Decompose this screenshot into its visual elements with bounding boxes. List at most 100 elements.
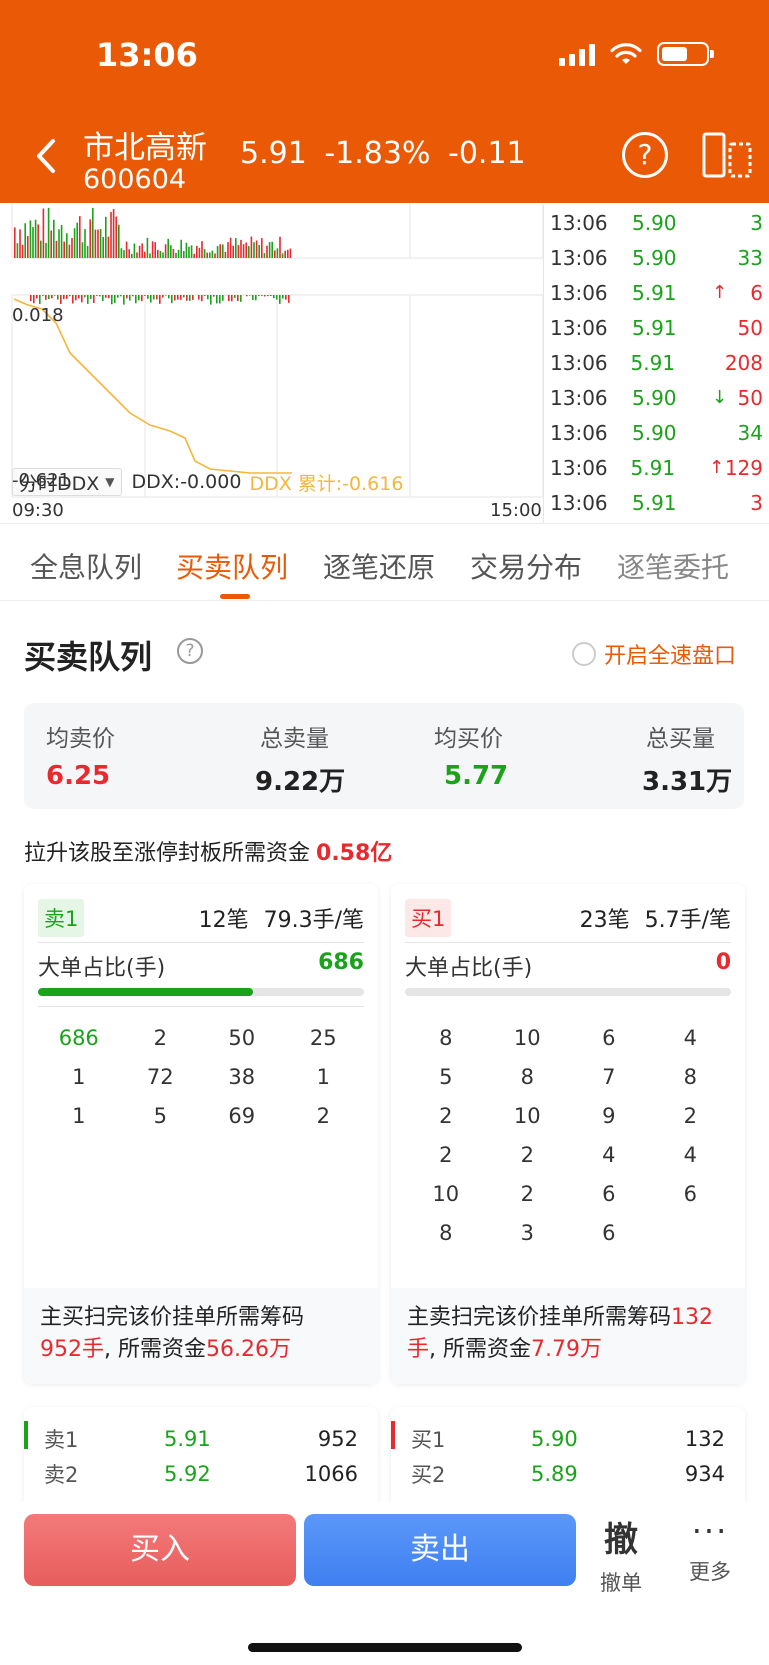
volume-bar (94, 229, 97, 258)
sell-button[interactable]: 卖出 (304, 1514, 576, 1586)
tab-trade-distribution[interactable]: 交易分布 (470, 546, 582, 586)
tick-price: 5.90 (632, 385, 677, 410)
ddx-bar (63, 295, 65, 300)
queue-cell: 2 (683, 1103, 697, 1128)
volume-bar (157, 249, 159, 258)
buy-badge: 买1 (405, 899, 452, 937)
cancel-order-button[interactable]: 撤 撤单 (590, 1512, 652, 1597)
more-button[interactable]: ··· 更多 (680, 1512, 740, 1586)
tick-price: 5.91 (630, 350, 676, 375)
queue-cell: 4 (683, 1025, 697, 1050)
queue-cell: 6 (683, 1181, 697, 1206)
sell-queue-meta: 12笔 79.3手/笔 (198, 908, 364, 933)
foot-text: , 所需资金 (104, 1337, 206, 1362)
buy-button[interactable]: 买入 (24, 1514, 296, 1586)
divider (38, 942, 364, 943)
ddx-bar (147, 295, 149, 299)
ddx-bar (174, 295, 176, 301)
intraday-chart[interactable]: 分时DDX ▼ DDX:-0.000 DDX 累计:-0.616 (0, 203, 543, 523)
volume-bar (170, 245, 172, 258)
active-tab-indicator (220, 594, 250, 599)
ddx-bar (93, 295, 95, 304)
ddx-bar (213, 295, 215, 297)
queue-cell: 8 (439, 1025, 453, 1050)
ddx-bar (36, 295, 38, 299)
sell-level-row[interactable]: 卖1 5.91 952 (24, 1421, 378, 1456)
tab-bid-ask-queue[interactable]: 买卖队列 (176, 546, 288, 586)
tab-trade-restore[interactable]: 逐笔还原 (323, 546, 435, 586)
volume-bar (76, 222, 78, 258)
buy-queue-grid: 8 10 6 4 5 8 7 8 2 10 9 2 2 2 4 4 10 2 6 6 8 3 6 (405, 1018, 731, 1252)
queue-row: 10 2 6 6 (405, 1174, 731, 1213)
volume-bar (216, 246, 219, 258)
limit-up-label: 拉升该股至涨停封板所需资金 (24, 841, 311, 866)
buy-queue-card[interactable]: 买1 23笔 5.7手/笔 大单占比(手) 0 8 10 6 4 5 8 7 8 2 10 9 2 2 2… (391, 884, 745, 1384)
buy-level-row[interactable]: 买2 5.89 934 (391, 1456, 745, 1491)
switch-layout-icon[interactable] (702, 132, 752, 178)
volume-bar (84, 229, 86, 258)
tick-row: 13:06 5.91 ↑ 129 (544, 450, 769, 485)
volume-bar (107, 236, 110, 258)
tick-time: 13:06 (550, 210, 608, 235)
tick-volume: 50 (737, 385, 763, 410)
volume-bar (258, 244, 260, 258)
ddx-bar (117, 295, 119, 298)
buy-level-row[interactable]: 买1 5.90 132 (391, 1421, 745, 1456)
volume-bar (89, 219, 91, 258)
ddx-bar (126, 295, 128, 299)
level-volume: 1066 (304, 1461, 358, 1486)
status-icons (559, 42, 714, 66)
ddx-bar (120, 295, 122, 297)
fast-quote-toggle[interactable]: 开启全速盘口 (572, 638, 736, 670)
volume-bar (185, 242, 188, 258)
sell-queue-card[interactable]: 卖1 12笔 79.3手/笔 大单占比(手) 686 686 2 50 25 1 72 38… (24, 884, 378, 1384)
tick-list[interactable]: 13:06 5.90 3 13:06 5.90 33 13:06 5.91 ↑ 6 13:06 5.9… (543, 205, 769, 523)
volume-bar (53, 219, 55, 258)
queue-row: 686 2 50 25 (38, 1018, 364, 1057)
ddx-bar (153, 295, 155, 300)
ddx-bar (189, 295, 191, 301)
sell-levels-card[interactable]: 卖1 5.91 952 卖2 5.92 1066 (24, 1407, 378, 1502)
ddx-bar (114, 295, 116, 303)
ddx-bar (267, 295, 269, 297)
back-button[interactable] (26, 128, 66, 184)
help-button[interactable]: ? (622, 132, 668, 178)
ddx-bar (177, 295, 179, 300)
queue-cell: 3 (520, 1220, 534, 1245)
volume-bar (34, 219, 37, 258)
help-icon[interactable]: ? (177, 638, 203, 664)
ddx-bar (99, 295, 101, 297)
foot-funds: 7.79万 (531, 1337, 603, 1362)
divider (38, 1006, 364, 1007)
ddx-toolbar: 分时DDX ▼ DDX:-0.000 DDX 累计:-0.616 (12, 466, 403, 498)
level-volume: 132 (684, 1426, 725, 1451)
ddx-bar (186, 295, 188, 301)
ddx-bar (285, 295, 287, 300)
buy-queue-meta: 23笔 5.7手/笔 (579, 908, 731, 933)
tab-full-queue[interactable]: 全息队列 (30, 546, 142, 586)
volume-bar (16, 243, 19, 258)
ddx-bar (39, 295, 41, 304)
volume-bar (263, 253, 266, 258)
queue-cell: 50 (228, 1025, 256, 1050)
volume-bar (240, 239, 242, 258)
queue-row: 2 10 9 2 (405, 1096, 731, 1135)
sell-big-order-row: 大单占比(手) 686 (38, 950, 364, 982)
tick-volume: 208 (724, 350, 763, 375)
buy-levels-card[interactable]: 买1 5.90 132 买2 5.89 934 (391, 1407, 745, 1502)
queue-cell: 72 (146, 1064, 174, 1089)
queue-cell: 8 (439, 1220, 453, 1245)
sell-level-row[interactable]: 卖2 5.92 1066 (24, 1456, 378, 1491)
tab-order-detail[interactable]: 逐笔委托 (617, 546, 729, 586)
volume-bar (248, 246, 250, 258)
volume-bar (222, 244, 224, 258)
big-order-label: 大单占比(手) (405, 956, 533, 981)
ddx-bar (288, 295, 290, 303)
queue-cell: 4 (683, 1142, 697, 1167)
tick-volume: 3 (750, 490, 763, 515)
ddx-bar (90, 295, 92, 299)
volume-bar (141, 243, 143, 258)
queue-cell: 1 (72, 1103, 86, 1128)
queue-cell: 2 (520, 1181, 534, 1206)
tick-time: 13:06 (550, 455, 608, 480)
